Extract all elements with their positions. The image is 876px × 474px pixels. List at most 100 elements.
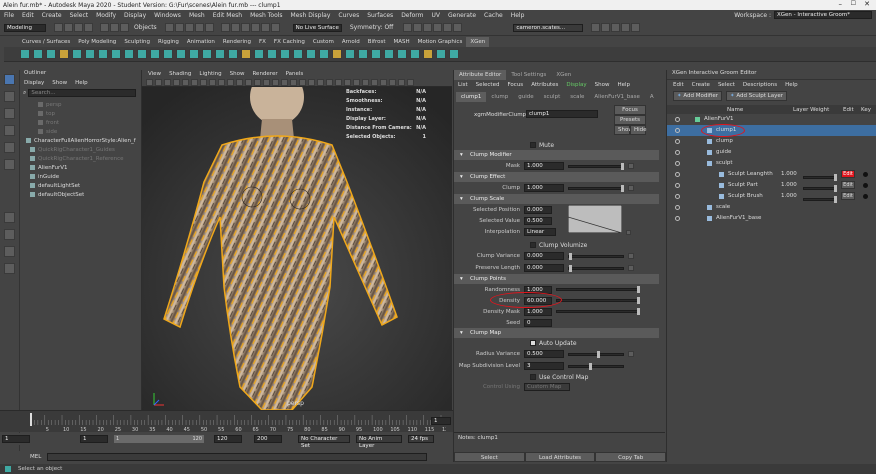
folder-icon[interactable]: [54, 23, 63, 32]
radius-variance-field[interactable]: 0.500: [524, 350, 564, 358]
visibility-eye-icon[interactable]: [675, 205, 680, 210]
outliner-search-input[interactable]: Search...: [28, 89, 137, 97]
xgen-menu-edit[interactable]: Edit: [673, 82, 684, 88]
add-modifier-button[interactable]: ✦ Add Modifier: [673, 91, 722, 101]
ae-menu-list[interactable]: List: [458, 82, 468, 88]
clump-variance-field[interactable]: 0.000: [524, 252, 564, 260]
shelf-tool-icon[interactable]: [150, 49, 160, 59]
side-by-side-icon[interactable]: [4, 246, 15, 257]
visibility-eye-icon[interactable]: [675, 139, 680, 144]
ae-menu-attributes[interactable]: Attributes: [531, 82, 558, 88]
ae-menu-focus[interactable]: Focus: [507, 82, 523, 88]
shelf-tab-curves-surfaces[interactable]: Curves / Surfaces: [18, 37, 74, 47]
focus-button[interactable]: Focus: [614, 105, 646, 115]
shelf-tool-icon[interactable]: [124, 49, 134, 59]
radius-variance-slider[interactable]: [568, 350, 624, 358]
shelf-tool-icon[interactable]: [397, 49, 407, 59]
shelf-tool-icon[interactable]: [202, 49, 212, 59]
shelf-tool-icon[interactable]: [280, 49, 290, 59]
shelf-tool-icon[interactable]: [98, 49, 108, 59]
show-button[interactable]: Show: [614, 125, 633, 135]
shelf-tab-bifrost[interactable]: Bifrost: [364, 37, 390, 47]
section-clump-effect[interactable]: Clump Effect: [454, 172, 659, 182]
shelf-tool-icon[interactable]: [33, 49, 43, 59]
section-clump-modifier[interactable]: Clump Modifier: [454, 150, 659, 160]
select-hierarchy-icon[interactable]: [100, 23, 109, 32]
shelf-tab-fx[interactable]: FX: [255, 37, 270, 47]
redo-icon[interactable]: [84, 23, 93, 32]
outliner-menu-show[interactable]: Show: [52, 80, 67, 86]
visibility-eye-icon[interactable]: [675, 117, 680, 122]
four-view-icon[interactable]: [4, 229, 15, 240]
viewport-menu-renderer[interactable]: Renderer: [252, 71, 277, 77]
section-clump-points[interactable]: Clump Points: [454, 274, 659, 284]
hypershade-icon[interactable]: [433, 23, 443, 32]
input-icon[interactable]: [240, 23, 250, 32]
preserve-length-slider[interactable]: [568, 264, 624, 272]
xgen-tree-row[interactable]: sculpt: [667, 158, 876, 169]
anim-layer-dropdown[interactable]: No Anim Layer: [356, 435, 402, 449]
timeline-ruler[interactable]: 5 10 15 20 25 30 35 40 45 50 55 60 65 70 75 80 85 90 95 100…: [26, 411, 446, 433]
control-using-dropdown[interactable]: Custom Map: [524, 383, 570, 391]
viewport-tool-icon[interactable]: [344, 78, 351, 86]
visibility-eye-icon[interactable]: [675, 128, 680, 133]
shelf-tool-icon[interactable]: [176, 49, 186, 59]
xgen-tree-row[interactable]: guide: [667, 147, 876, 158]
menu-edit-mesh[interactable]: Edit Mesh: [213, 12, 242, 19]
shelf-tool-icon[interactable]: [423, 49, 433, 59]
viewport-tool-icon[interactable]: [362, 78, 369, 86]
end-frame-field[interactable]: 200: [254, 435, 282, 443]
workspace-dropdown[interactable]: XGen - Interactive Groom*: [774, 11, 872, 19]
undo-icon[interactable]: [74, 23, 83, 32]
shelf-tool-icon[interactable]: [59, 49, 69, 59]
node-tab-clump1[interactable]: clump1: [456, 92, 487, 102]
single-view-icon[interactable]: [4, 212, 15, 223]
shelf-tab-xgen[interactable]: XGen: [466, 37, 490, 47]
menu-display[interactable]: Display: [124, 12, 146, 19]
viewport-tool-icon[interactable]: [227, 78, 234, 86]
menu-edit[interactable]: Edit: [22, 12, 34, 19]
selected-position-field[interactable]: 0.000: [524, 205, 552, 214]
viewport-tool-icon[interactable]: [245, 78, 252, 86]
map-button-icon[interactable]: [628, 265, 634, 271]
shelf-tab-poly-modeling[interactable]: Poly Modeling: [74, 37, 120, 47]
history-icon[interactable]: [220, 23, 230, 32]
node-tab-sculpt[interactable]: sculpt: [539, 92, 566, 102]
shelf-tab-fx-caching[interactable]: FX Caching: [270, 37, 309, 47]
outliner-layout-icon[interactable]: [4, 263, 15, 274]
command-input[interactable]: [47, 452, 428, 461]
viewport-tool-icon[interactable]: [173, 78, 180, 86]
shelf-tool-icon[interactable]: [254, 49, 264, 59]
close-icon[interactable]: ✕: [864, 0, 870, 8]
shelf-tool-icon[interactable]: [46, 49, 56, 59]
hide-button[interactable]: Hide: [630, 125, 647, 135]
clump-slider[interactable]: [568, 184, 624, 192]
shelf-tool-icon[interactable]: [293, 49, 303, 59]
snap-point-icon[interactable]: [184, 23, 194, 32]
map-button-icon[interactable]: [628, 163, 634, 169]
clump-volumize-checkbox[interactable]: [530, 242, 536, 248]
shelf-tool-icon[interactable]: [267, 49, 277, 59]
character-set-dropdown[interactable]: No Character Set: [298, 435, 350, 449]
outliner-item[interactable]: QuickRigCharacter1_Guides: [20, 145, 141, 154]
ae-menu-show[interactable]: Show: [595, 82, 610, 88]
shelf-tab-mash[interactable]: MASH: [389, 37, 413, 47]
layer-weight-slider[interactable]: [803, 196, 837, 203]
key-icon[interactable]: [863, 194, 868, 199]
menu-mesh-tools[interactable]: Mesh Tools: [250, 12, 282, 19]
outliner-item[interactable]: top: [20, 109, 141, 118]
viewport-tool-icon[interactable]: [191, 78, 198, 86]
snap-surface-icon[interactable]: [204, 23, 214, 32]
outliner-item[interactable]: persp: [20, 100, 141, 109]
xgen-menu-help[interactable]: Help: [785, 82, 798, 88]
ae-tab-attribute-editor[interactable]: Attribute Editor: [454, 70, 507, 80]
seed-field[interactable]: 0: [524, 318, 552, 327]
lasso-tool-icon[interactable]: [4, 91, 15, 102]
shelf-tool-icon[interactable]: [306, 49, 316, 59]
viewport-menu-shading[interactable]: Shading: [169, 71, 191, 77]
menu-curves[interactable]: Curves: [338, 12, 359, 19]
xgen-tree-row[interactable]: AlienFurV1_base: [667, 213, 876, 224]
construction-history-icon[interactable]: [230, 23, 240, 32]
shelf-tab-sculpting[interactable]: Sculpting: [120, 37, 154, 47]
outliner-item[interactable]: defaultLightSet: [20, 181, 141, 190]
